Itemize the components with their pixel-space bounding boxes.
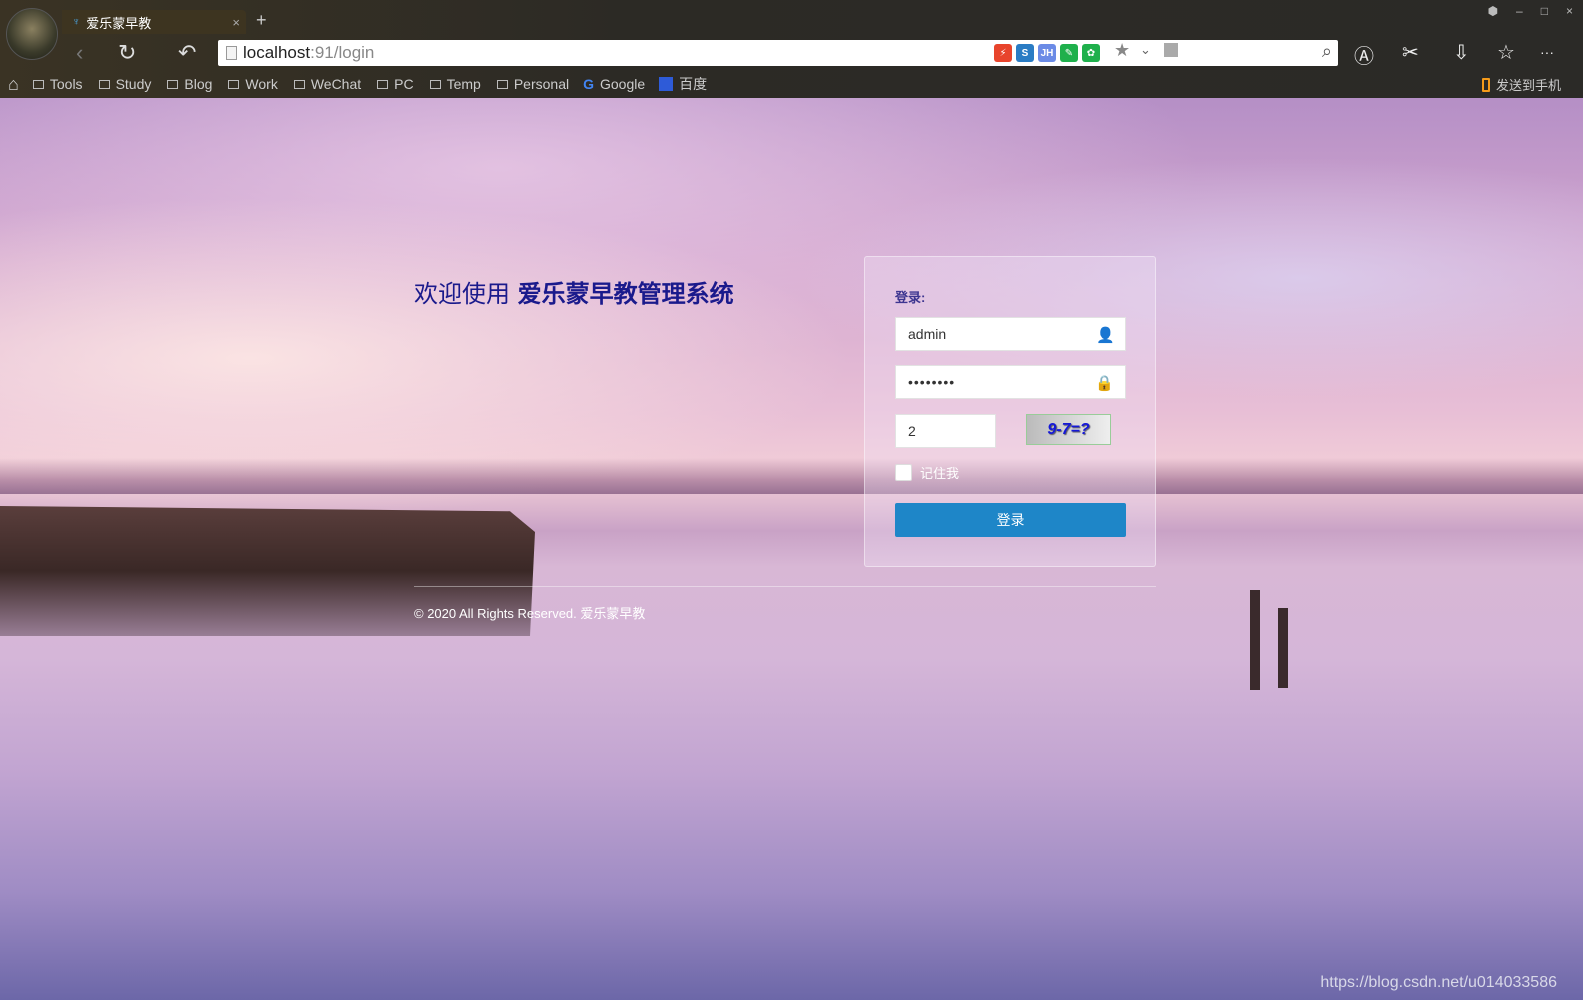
divider	[414, 586, 1156, 587]
bookmark-folder[interactable]: PC	[377, 76, 414, 92]
skin-icon[interactable]: ⬢	[1488, 4, 1498, 18]
address-bar[interactable]: localhost:91/login ⚡ S JH ✎ ✿ ★ ⌄ ⌕	[218, 40, 1338, 66]
extension-icon[interactable]: ✎	[1060, 44, 1078, 62]
undo-icon[interactable]: ↶	[178, 40, 196, 66]
username-input[interactable]: admin 👤	[895, 317, 1126, 351]
remember-checkbox[interactable]	[895, 464, 912, 481]
copyright: © 2020 All Rights Reserved. 爱乐蒙早教	[414, 606, 646, 621]
favicon-icon: ♆	[72, 16, 81, 28]
folder-icon	[293, 79, 305, 89]
background-skyline	[0, 458, 1583, 494]
folder-icon	[98, 79, 110, 89]
browser-tab[interactable]: ♆ 爱乐蒙早教 ×	[62, 10, 246, 34]
reader-icon[interactable]: Ⓐ	[1354, 40, 1374, 69]
url-path: :91/login	[310, 43, 375, 62]
folder-icon	[496, 79, 508, 89]
search-engine-icon[interactable]	[1164, 43, 1178, 57]
folder-icon	[167, 79, 179, 89]
page-title: 欢迎使用 爱乐蒙早教管理系统	[414, 280, 734, 308]
background-post	[1278, 608, 1288, 688]
bookmark-folder[interactable]: Temp	[429, 76, 481, 92]
send-to-phone-button[interactable]: 发送到手机	[1481, 75, 1561, 94]
download-icon[interactable]: ⇩	[1453, 40, 1470, 65]
login-title: 登录:	[895, 290, 926, 305]
user-icon: 👤	[1096, 327, 1115, 344]
folder-icon	[228, 79, 240, 89]
minimize-button[interactable]: –	[1516, 4, 1523, 18]
back-icon[interactable]: ‹	[76, 40, 83, 66]
bookmark-folder[interactable]: Blog	[167, 76, 212, 92]
folder-icon	[429, 79, 441, 89]
folder-icon	[32, 79, 44, 89]
login-page: 欢迎使用 爱乐蒙早教管理系统 登录: admin 👤 •••••••• 🔒 2 …	[0, 98, 1583, 1000]
bookmark-folder[interactable]: Study	[98, 76, 151, 92]
scissors-icon[interactable]: ✂	[1402, 40, 1419, 65]
folder-icon	[377, 79, 389, 89]
close-window-button[interactable]: ×	[1566, 4, 1573, 18]
url-host: localhost	[243, 43, 311, 62]
bookmark-baidu[interactable]: 百度	[659, 74, 707, 94]
star-icon[interactable]: ☆	[1497, 40, 1515, 65]
login-panel: 登录: admin 👤 •••••••• 🔒 2 9-7=? 记住我 登录	[864, 256, 1156, 567]
search-icon[interactable]: ⌕	[1322, 41, 1332, 62]
more-icon[interactable]: ···	[1540, 44, 1554, 60]
maximize-button[interactable]: □	[1541, 4, 1548, 18]
new-tab-button[interactable]: +	[256, 10, 267, 31]
bookmark-folder[interactable]: Personal	[496, 76, 569, 92]
lock-icon: 🔒	[1095, 375, 1115, 392]
extension-icon[interactable]: JH	[1038, 44, 1056, 62]
phone-icon	[1481, 77, 1490, 92]
baidu-icon	[659, 77, 674, 91]
browser-chrome: ♆ 爱乐蒙早教 × + ⬢ – □ × ‹ ↻ ↶ localhost:91/l…	[0, 0, 1583, 98]
bookmark-google[interactable]: G Google	[583, 76, 645, 92]
password-input[interactable]: •••••••• 🔒	[895, 365, 1126, 399]
watermark: https://blog.csdn.net/u014033586	[1320, 974, 1557, 991]
system-name: 爱乐蒙早教管理系统	[517, 280, 734, 308]
bookmark-folder[interactable]: Work	[228, 76, 278, 92]
login-button[interactable]: 登录	[895, 503, 1126, 537]
captcha-input[interactable]: 2	[895, 414, 996, 448]
tab-title: 爱乐蒙早教	[86, 15, 152, 31]
captcha-image[interactable]: 9-7=?	[1026, 414, 1111, 445]
extension-icon[interactable]: S	[1016, 44, 1034, 62]
reload-icon[interactable]: ↻	[118, 40, 136, 66]
extension-icon[interactable]: ⚡	[994, 44, 1012, 62]
add-favorite-icon[interactable]: ★	[1114, 40, 1130, 61]
background-post	[1250, 590, 1260, 690]
home-icon[interactable]: ⌂	[8, 74, 19, 95]
chevron-down-icon[interactable]: ⌄	[1140, 42, 1151, 58]
google-icon: G	[583, 76, 594, 92]
tab-close-icon[interactable]: ×	[232, 15, 240, 30]
bookmark-folder[interactable]: WeChat	[293, 76, 361, 92]
extension-icon[interactable]: ✿	[1082, 44, 1100, 62]
page-icon	[226, 46, 237, 60]
remember-me[interactable]: 记住我	[895, 463, 959, 482]
user-avatar[interactable]	[6, 8, 58, 60]
bookmarks-bar: ⌂ Tools Study Blog Work WeChat PC Temp Personal…	[8, 72, 707, 96]
bookmark-folder[interactable]: Tools	[32, 76, 83, 92]
